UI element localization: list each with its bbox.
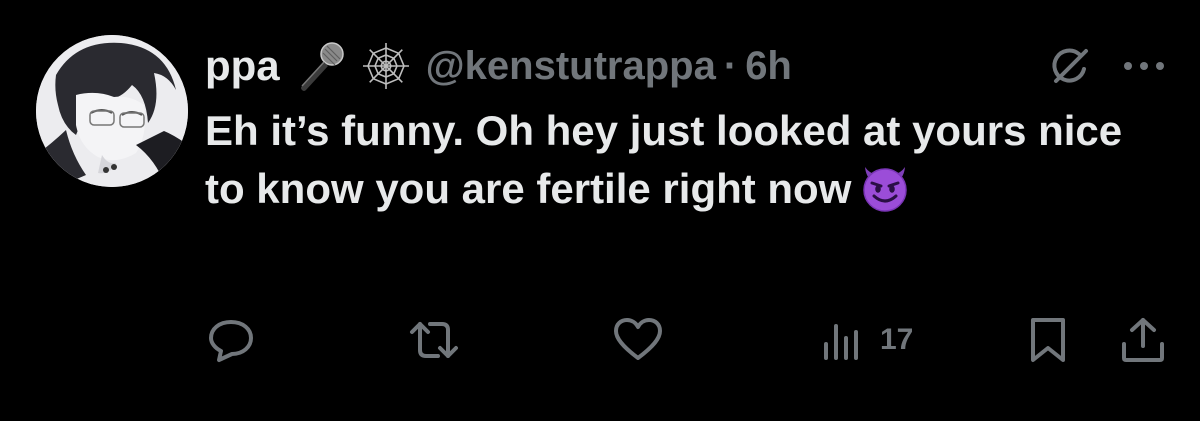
more-icon[interactable] xyxy=(1118,42,1170,90)
separator-dot: · xyxy=(723,43,738,88)
views-button[interactable]: 17 xyxy=(822,312,913,368)
reply-icon xyxy=(209,320,253,362)
timestamp[interactable]: 6h xyxy=(745,44,792,89)
heart-icon xyxy=(614,318,662,360)
reply-button[interactable] xyxy=(207,312,255,368)
retweet-button[interactable] xyxy=(406,312,462,368)
display-name[interactable]: ppa xyxy=(205,42,280,90)
tweet-text-content: Eh it’s funny. Oh hey just looked at you… xyxy=(205,107,1123,212)
tweet-text: Eh it’s funny. Oh hey just looked at you… xyxy=(205,102,1165,228)
user-handle[interactable]: @kenstutrappa xyxy=(426,44,716,89)
avatar[interactable] xyxy=(36,35,188,187)
grok-icon[interactable] xyxy=(1046,42,1094,90)
views-count: 17 xyxy=(880,323,914,356)
bookmark-button[interactable] xyxy=(1028,312,1068,368)
tweet-card[interactable]: ppa @kenstutrappa · 6h Eh it’s funny. Oh… xyxy=(0,0,1200,421)
tweet-header: ppa @kenstutrappa · 6h xyxy=(205,36,792,96)
microphone-icon xyxy=(294,40,346,92)
share-icon xyxy=(1122,318,1164,362)
spider-web-icon xyxy=(360,40,412,92)
views-icon xyxy=(824,324,858,360)
retweet-icon xyxy=(410,322,458,358)
bookmark-icon xyxy=(1031,318,1065,362)
like-button[interactable] xyxy=(612,312,664,368)
smiling-face-with-horns-icon xyxy=(859,161,911,228)
action-bar: 17 xyxy=(0,312,1200,368)
share-button[interactable] xyxy=(1120,312,1166,368)
